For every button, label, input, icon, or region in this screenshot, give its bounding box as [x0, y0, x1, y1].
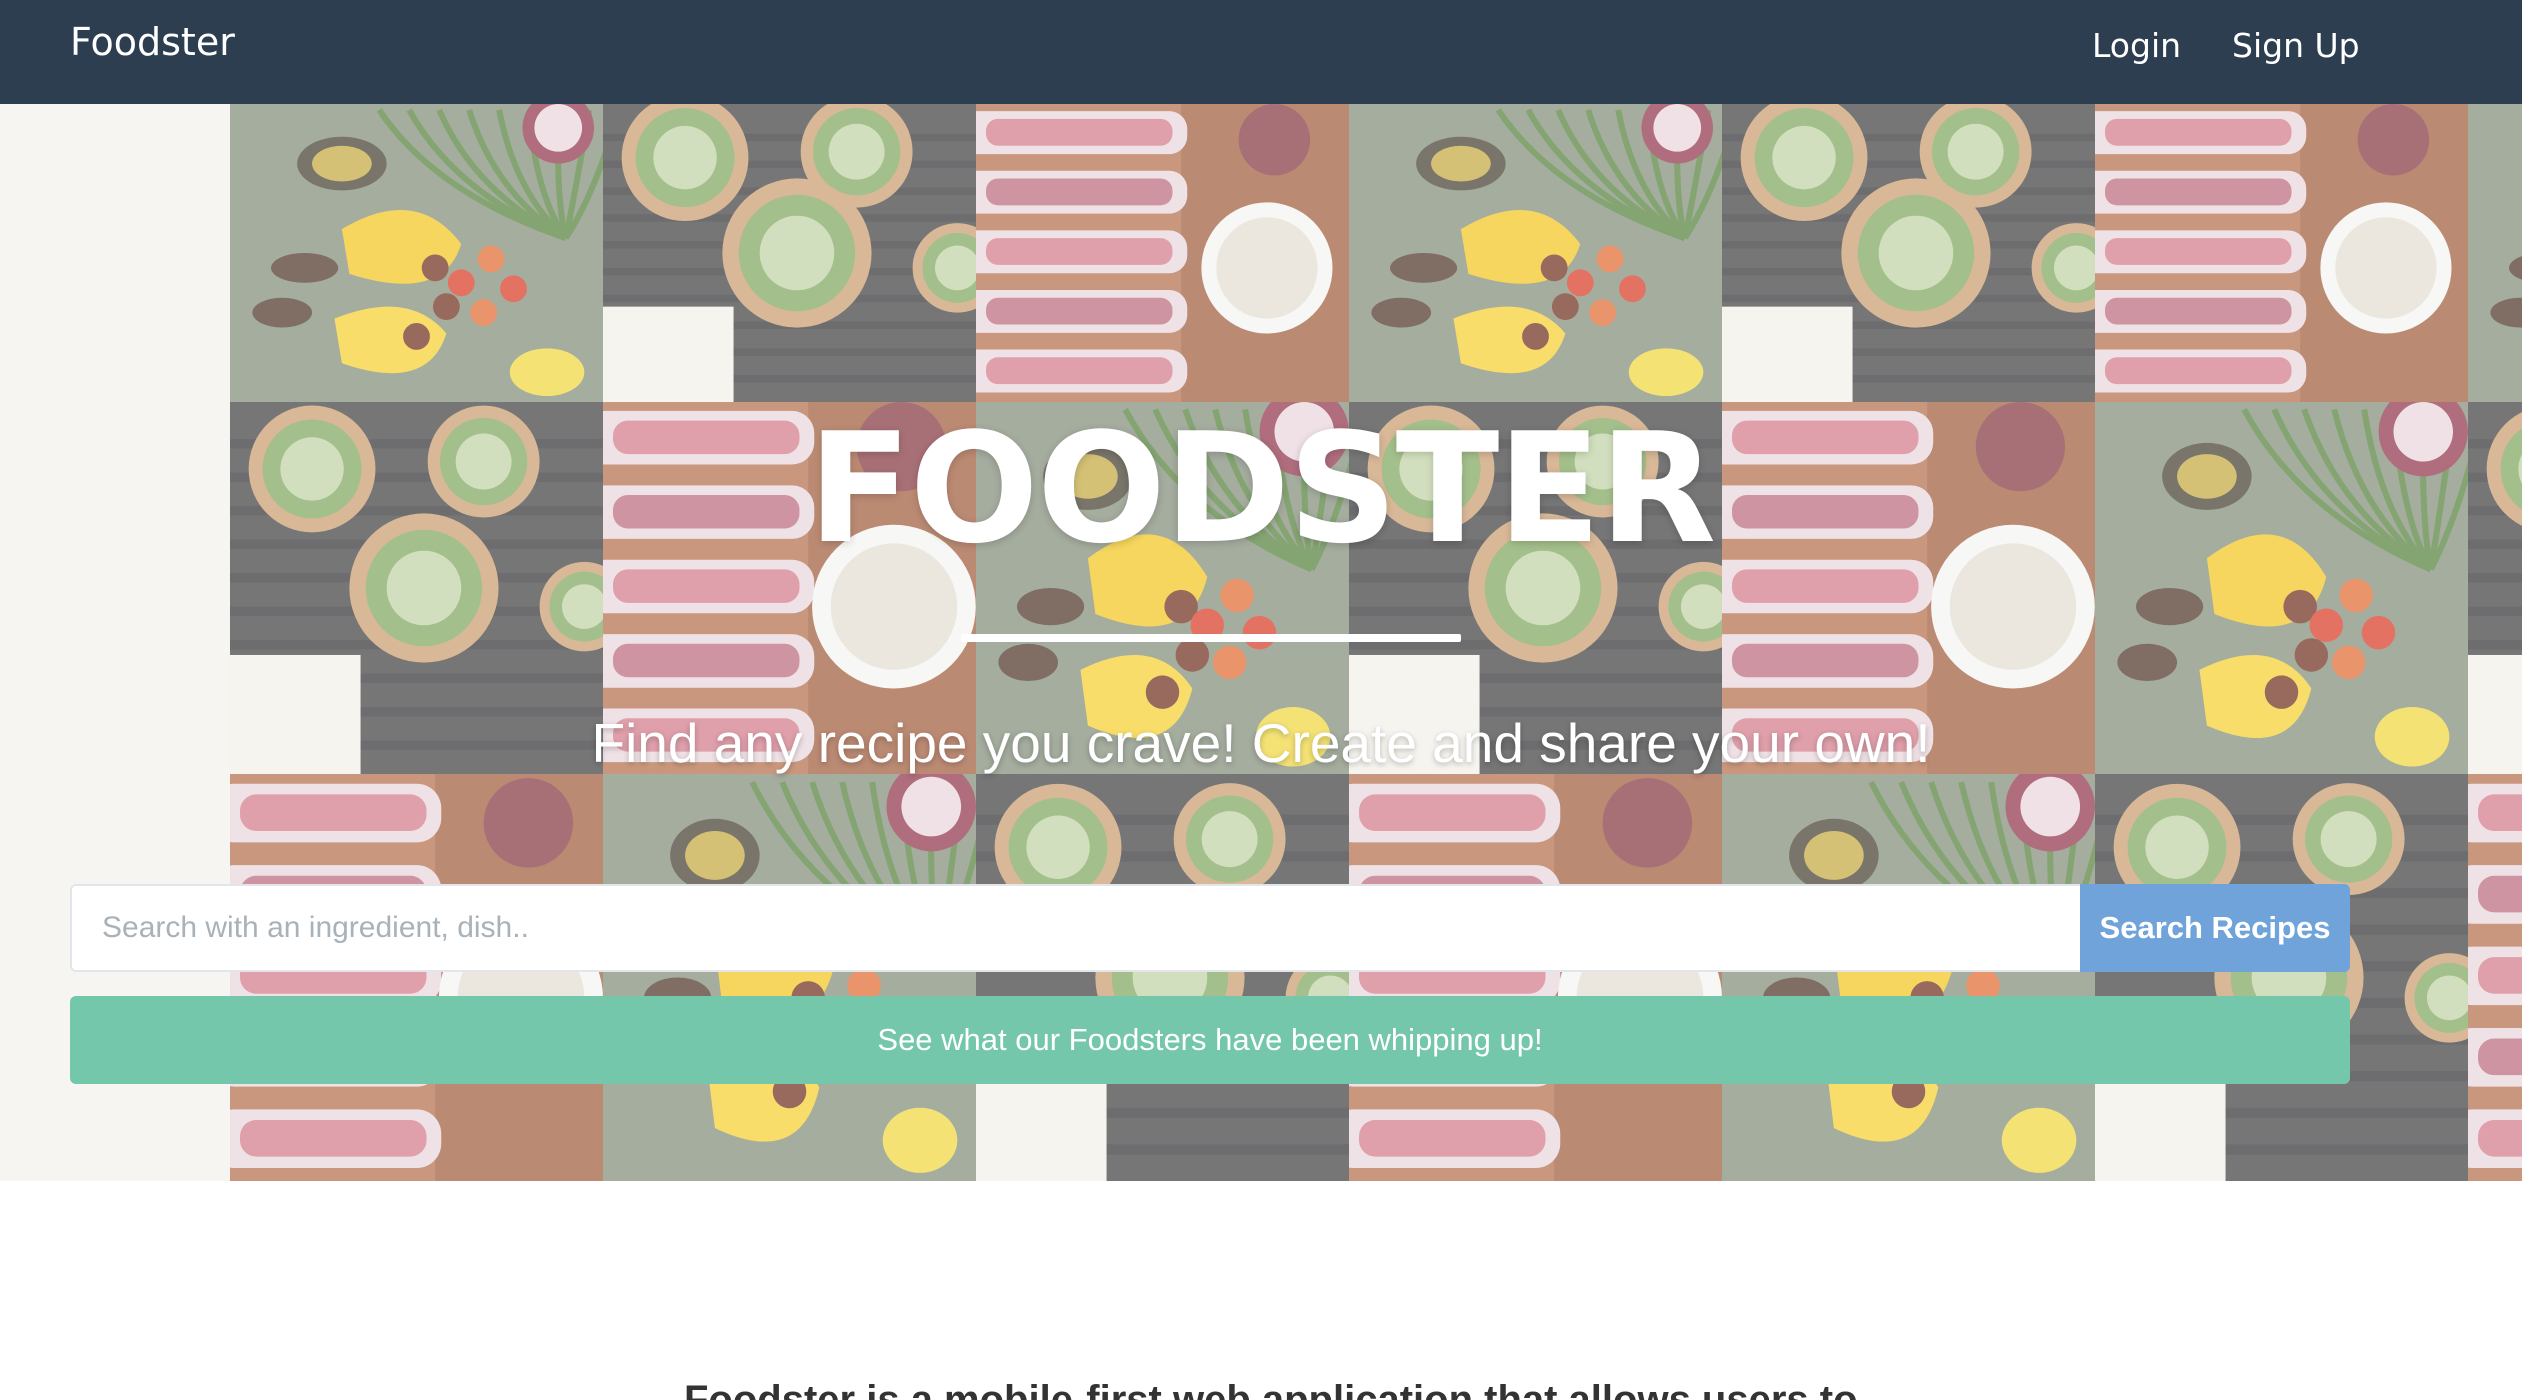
hero-tagline: Find any recipe you crave! Create and sh…	[591, 712, 1931, 774]
browse-foodsters-button[interactable]: See what our Foodsters have been whippin…	[70, 996, 2350, 1084]
intro-text: Foodster is a mobile-first web applicati…	[684, 1378, 1858, 1400]
recipe-search-form: Search Recipes	[70, 884, 2350, 972]
top-navbar: Foodster Login Sign Up	[0, 0, 2522, 104]
about-section	[0, 1181, 2522, 1400]
hero-title: FOODSTER	[807, 400, 1716, 577]
search-recipes-button[interactable]: Search Recipes	[2080, 884, 2350, 972]
brand-logo-link[interactable]: Foodster	[70, 18, 235, 66]
sign-up-link[interactable]: Sign Up	[2232, 24, 2360, 68]
login-link[interactable]: Login	[2092, 24, 2181, 68]
hero-section: FOODSTER Find any recipe you crave! Crea…	[0, 104, 2522, 1181]
recipe-search-input[interactable]	[70, 884, 2080, 972]
hero-divider	[961, 634, 1461, 642]
